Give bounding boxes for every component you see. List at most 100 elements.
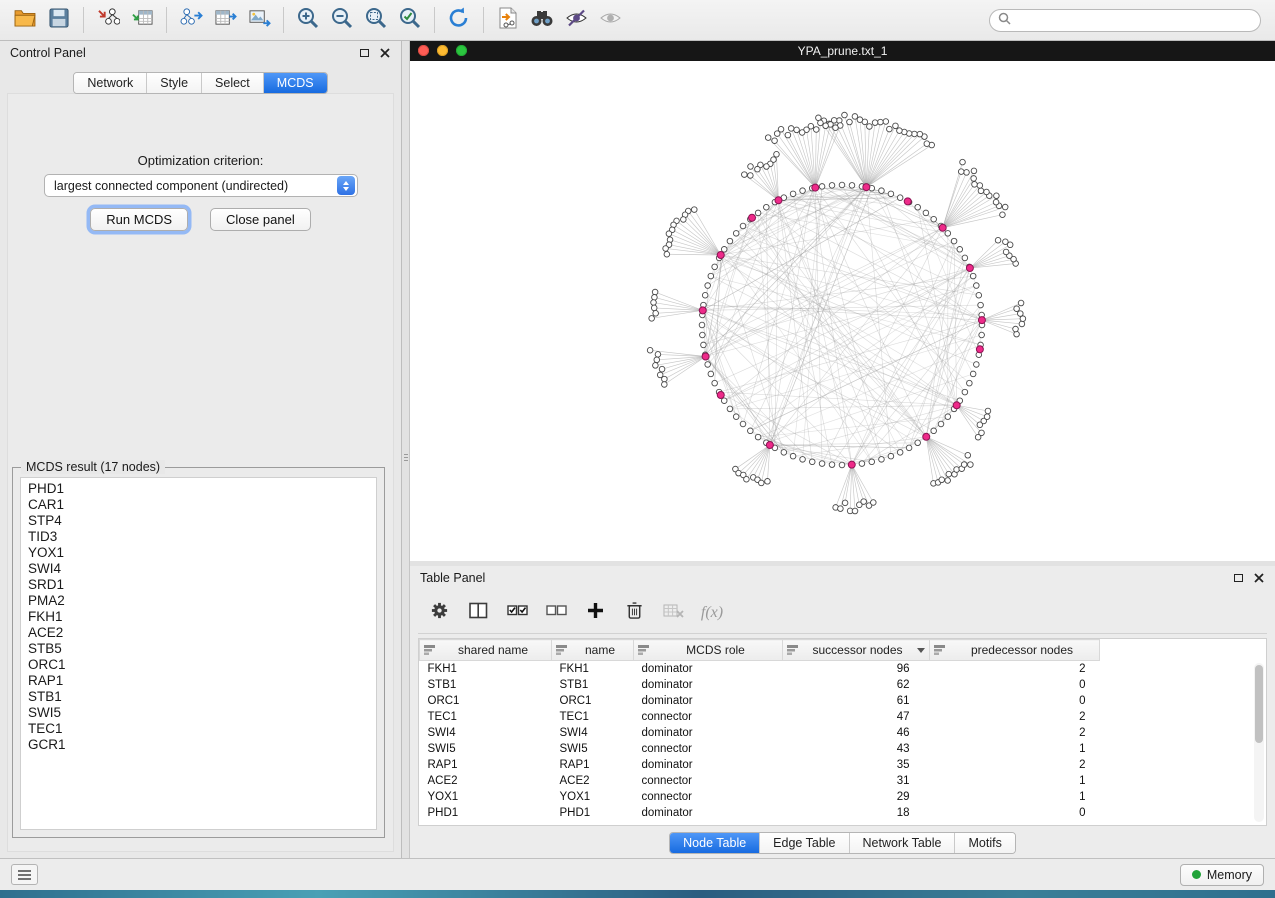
mcds-list-item[interactable]: STB1 — [21, 689, 376, 705]
table-cell[interactable]: 0 — [930, 677, 1100, 693]
table-row[interactable]: FKH1FKH1dominator962 — [420, 661, 1100, 677]
table-cell[interactable]: SWI4 — [420, 725, 552, 741]
table-cell[interactable]: PHD1 — [552, 805, 634, 821]
delete-table-button-disabled[interactable] — [660, 600, 686, 626]
tab-motifs[interactable]: Motifs — [955, 833, 1014, 853]
mcds-list-item[interactable]: PHD1 — [21, 481, 376, 497]
table-cell[interactable]: 2 — [930, 709, 1100, 725]
table-row[interactable]: YOX1YOX1connector291 — [420, 789, 1100, 805]
table-cell[interactable]: 2 — [930, 725, 1100, 741]
tab-node-table[interactable]: Node Table — [670, 833, 760, 853]
table-cell[interactable]: 62 — [783, 677, 930, 693]
column-header-mcds-role[interactable]: MCDS role — [634, 640, 783, 661]
memory-button[interactable]: Memory — [1180, 864, 1264, 886]
table-scrollbar-thumb[interactable] — [1255, 665, 1263, 743]
mcds-list-item[interactable]: ACE2 — [21, 625, 376, 641]
table-cell[interactable]: RAP1 — [420, 757, 552, 773]
column-header-predecessor-nodes[interactable]: predecessor nodes — [930, 640, 1100, 661]
table-cell[interactable]: 1 — [930, 773, 1100, 789]
run-mcds-button[interactable]: Run MCDS — [90, 208, 188, 231]
find-button[interactable] — [525, 4, 559, 36]
table-settings-button[interactable] — [426, 600, 452, 626]
mcds-list-item[interactable]: PMA2 — [21, 593, 376, 609]
table-cell[interactable]: FKH1 — [420, 661, 552, 677]
mcds-list-item[interactable]: SWI4 — [21, 561, 376, 577]
float-panel-icon[interactable] — [1232, 572, 1244, 584]
table-row[interactable]: RAP1RAP1dominator352 — [420, 757, 1100, 773]
table-cell[interactable]: SWI5 — [552, 741, 634, 757]
table-cell[interactable]: 31 — [783, 773, 930, 789]
table-cell[interactable]: 35 — [783, 757, 930, 773]
select-all-button[interactable] — [504, 600, 530, 626]
table-cell[interactable]: dominator — [634, 693, 783, 709]
table-cell[interactable]: dominator — [634, 661, 783, 677]
table-cell[interactable]: RAP1 — [552, 757, 634, 773]
table-row[interactable]: STB1STB1dominator620 — [420, 677, 1100, 693]
zoom-selected-button[interactable] — [393, 4, 427, 36]
save-button[interactable] — [42, 4, 76, 36]
table-cell[interactable]: 47 — [783, 709, 930, 725]
float-panel-icon[interactable] — [358, 47, 370, 59]
mcds-list-item[interactable]: SWI5 — [21, 705, 376, 721]
table-row[interactable]: SWI4SWI4dominator462 — [420, 725, 1100, 741]
mcds-list-item[interactable]: YOX1 — [21, 545, 376, 561]
show-all-button[interactable] — [593, 4, 627, 36]
vertical-splitter[interactable] — [402, 41, 410, 858]
table-cell[interactable]: TEC1 — [552, 709, 634, 725]
table-cell[interactable]: YOX1 — [420, 789, 552, 805]
table-cell[interactable]: 1 — [930, 741, 1100, 757]
column-header-name[interactable]: name — [552, 640, 634, 661]
mcds-list-item[interactable]: FKH1 — [21, 609, 376, 625]
table-cell[interactable]: connector — [634, 741, 783, 757]
deselect-all-button[interactable] — [543, 600, 569, 626]
table-cell[interactable]: PHD1 — [420, 805, 552, 821]
table-cell[interactable]: SWI5 — [420, 741, 552, 757]
mcds-list-item[interactable]: GCR1 — [21, 737, 376, 753]
close-window-icon[interactable] — [418, 45, 429, 56]
network-canvas[interactable] — [410, 61, 1275, 561]
table-cell[interactable]: dominator — [634, 757, 783, 773]
open-folder-button[interactable] — [8, 4, 42, 36]
column-header-successor-nodes[interactable]: successor nodes — [783, 640, 930, 661]
table-cell[interactable]: SWI4 — [552, 725, 634, 741]
table-cell[interactable]: ACE2 — [420, 773, 552, 789]
tab-style[interactable]: Style — [147, 73, 202, 93]
search-input[interactable] — [1016, 14, 1252, 28]
table-cell[interactable]: connector — [634, 773, 783, 789]
table-cell[interactable]: STB1 — [420, 677, 552, 693]
zoom-fit-button[interactable] — [359, 4, 393, 36]
close-panel-icon[interactable] — [379, 47, 391, 59]
table-row[interactable]: TEC1TEC1connector472 — [420, 709, 1100, 725]
close-panel-icon[interactable] — [1253, 572, 1265, 584]
table-cell[interactable]: 0 — [930, 693, 1100, 709]
search-box[interactable] — [989, 9, 1261, 32]
mcds-list-item[interactable]: SRD1 — [21, 577, 376, 593]
delete-column-button[interactable] — [621, 600, 647, 626]
export-table-button[interactable] — [208, 4, 242, 36]
table-row[interactable]: ACE2ACE2connector311 — [420, 773, 1100, 789]
mcds-list-item[interactable]: TID3 — [21, 529, 376, 545]
table-row[interactable]: PHD1PHD1dominator180 — [420, 805, 1100, 821]
table-cell[interactable]: 2 — [930, 661, 1100, 677]
table-row[interactable]: SWI5SWI5connector431 — [420, 741, 1100, 757]
new-network-from-selection-button[interactable] — [491, 4, 525, 36]
minimize-window-icon[interactable] — [437, 45, 448, 56]
table-cell[interactable]: 43 — [783, 741, 930, 757]
table-scrollbar[interactable] — [1254, 663, 1264, 822]
close-panel-button[interactable]: Close panel — [210, 208, 311, 231]
import-network-button[interactable] — [91, 4, 125, 36]
show-columns-button[interactable] — [465, 600, 491, 626]
table-cell[interactable]: STB1 — [552, 677, 634, 693]
table-cell[interactable]: 29 — [783, 789, 930, 805]
network-titlebar[interactable]: YPA_prune.txt_1 — [410, 41, 1275, 61]
refresh-view-button[interactable] — [442, 4, 476, 36]
table-cell[interactable]: FKH1 — [552, 661, 634, 677]
zoom-out-button[interactable] — [325, 4, 359, 36]
export-image-button[interactable] — [242, 4, 276, 36]
table-cell[interactable]: dominator — [634, 805, 783, 821]
table-cell[interactable]: connector — [634, 709, 783, 725]
mcds-list-item[interactable]: ORC1 — [21, 657, 376, 673]
table-cell[interactable]: ORC1 — [552, 693, 634, 709]
table-cell[interactable]: 0 — [930, 805, 1100, 821]
criterion-dropdown[interactable]: largest connected component (undirected) — [44, 174, 358, 197]
